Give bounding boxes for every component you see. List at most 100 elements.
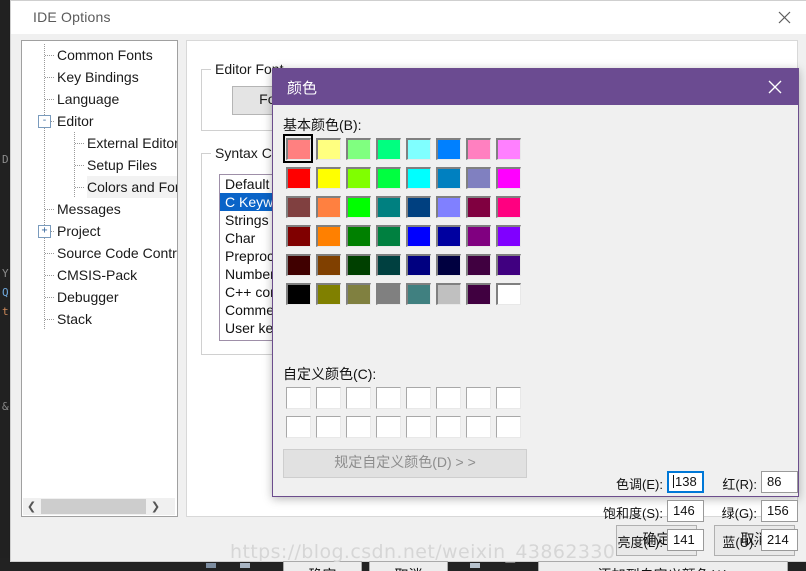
basic-color-swatch[interactable] <box>283 134 313 163</box>
basic-color-swatch[interactable] <box>433 192 463 221</box>
basic-color-swatch[interactable] <box>343 134 373 163</box>
custom-color-swatch[interactable] <box>463 412 493 441</box>
basic-color-swatch[interactable] <box>373 279 403 308</box>
basic-color-swatch[interactable] <box>433 134 463 163</box>
options-tree-panel[interactable]: Common Fonts Key Bindings Language - Editor E… <box>21 40 178 517</box>
custom-color-swatch[interactable] <box>403 383 433 412</box>
sidebar-item-messages[interactable]: Messages <box>22 198 177 220</box>
green-field[interactable]: 156 <box>761 500 798 522</box>
swatch-fill <box>285 282 311 305</box>
basic-color-swatch[interactable] <box>313 250 343 279</box>
custom-color-swatch[interactable] <box>463 383 493 412</box>
custom-color-swatch[interactable] <box>403 412 433 441</box>
scroll-right-icon[interactable]: ❯ <box>147 498 164 515</box>
custom-color-swatch[interactable] <box>493 383 523 412</box>
basic-color-swatch[interactable] <box>463 163 493 192</box>
expand-icon[interactable]: + <box>38 225 51 238</box>
basic-color-swatch[interactable] <box>313 279 343 308</box>
basic-color-swatch[interactable] <box>283 279 313 308</box>
basic-color-swatch[interactable] <box>463 134 493 163</box>
basic-color-swatch[interactable] <box>283 221 313 250</box>
blue-field[interactable]: 214 <box>761 529 798 551</box>
basic-color-swatch[interactable] <box>463 279 493 308</box>
basic-color-swatch[interactable] <box>313 134 343 163</box>
basic-color-swatch[interactable] <box>313 192 343 221</box>
swatch-fill <box>345 282 371 305</box>
basic-color-swatch[interactable] <box>493 221 523 250</box>
sidebar-item-debugger[interactable]: Debugger <box>22 286 177 308</box>
custom-color-swatch[interactable] <box>373 412 403 441</box>
custom-color-swatch[interactable] <box>493 412 523 441</box>
basic-color-swatch[interactable] <box>283 192 313 221</box>
custom-color-swatch[interactable] <box>343 383 373 412</box>
basic-color-swatch[interactable] <box>403 192 433 221</box>
basic-color-swatch[interactable] <box>493 250 523 279</box>
swatch-fill <box>375 195 401 218</box>
sidebar-item-colors-and-fonts[interactable]: Colors and Fonts <box>22 176 177 198</box>
basic-color-swatch[interactable] <box>313 163 343 192</box>
basic-color-swatch[interactable] <box>433 163 463 192</box>
basic-color-swatch[interactable] <box>343 221 373 250</box>
scroll-left-icon[interactable]: ❮ <box>23 498 40 515</box>
sidebar-item-common-fonts[interactable]: Common Fonts <box>22 44 177 66</box>
custom-color-swatch[interactable] <box>313 383 343 412</box>
scrollbar-thumb[interactable] <box>41 499 146 514</box>
sidebar-item-external-editor[interactable]: External Editor <box>22 132 177 154</box>
custom-color-swatch[interactable] <box>433 383 463 412</box>
custom-color-swatch[interactable] <box>433 412 463 441</box>
sidebar-item-language[interactable]: Language <box>22 88 177 110</box>
basic-color-swatch[interactable] <box>313 221 343 250</box>
custom-color-swatch[interactable] <box>283 412 313 441</box>
color-ok-button[interactable]: 确定 <box>283 561 362 571</box>
basic-color-swatch[interactable] <box>463 192 493 221</box>
basic-color-swatch[interactable] <box>343 192 373 221</box>
swatch-fill <box>375 166 401 189</box>
custom-colors-grid[interactable] <box>283 383 523 441</box>
basic-color-swatch[interactable] <box>373 192 403 221</box>
swatch-fill <box>315 415 341 438</box>
basic-color-swatch[interactable] <box>343 279 373 308</box>
basic-color-swatch[interactable] <box>403 134 433 163</box>
custom-color-swatch[interactable] <box>343 412 373 441</box>
basic-color-swatch[interactable] <box>373 250 403 279</box>
basic-color-swatch[interactable] <box>283 163 313 192</box>
close-icon[interactable] <box>752 69 798 105</box>
basic-color-swatch[interactable] <box>283 250 313 279</box>
sidebar-item-setup-files[interactable]: Setup Files <box>22 154 177 176</box>
basic-color-swatch[interactable] <box>403 250 433 279</box>
basic-color-swatch[interactable] <box>433 221 463 250</box>
add-to-custom-colors-button[interactable]: 添加到自定义颜色(A) <box>538 561 788 571</box>
red-field[interactable]: 86 <box>761 471 798 493</box>
custom-color-swatch[interactable] <box>373 383 403 412</box>
basic-color-swatch[interactable] <box>403 279 433 308</box>
basic-color-swatch[interactable] <box>433 279 463 308</box>
basic-colors-grid[interactable] <box>283 134 523 308</box>
basic-color-swatch[interactable] <box>373 134 403 163</box>
basic-color-swatch[interactable] <box>463 250 493 279</box>
basic-color-swatch[interactable] <box>373 163 403 192</box>
sidebar-item-source-code-control[interactable]: Source Code Control <box>22 242 177 264</box>
close-icon[interactable] <box>761 1 806 34</box>
basic-color-swatch[interactable] <box>403 163 433 192</box>
basic-color-swatch[interactable] <box>463 221 493 250</box>
basic-color-swatch[interactable] <box>343 163 373 192</box>
basic-color-swatch[interactable] <box>493 163 523 192</box>
basic-color-swatch[interactable] <box>343 250 373 279</box>
basic-color-swatch[interactable] <box>493 192 523 221</box>
basic-color-swatch[interactable] <box>493 279 523 308</box>
basic-color-swatch[interactable] <box>403 221 433 250</box>
basic-color-swatch[interactable] <box>373 221 403 250</box>
basic-color-swatch[interactable] <box>493 134 523 163</box>
color-cancel-button[interactable]: 取消 <box>369 561 448 571</box>
sidebar-item-cmsis-pack[interactable]: CMSIS-Pack <box>22 264 177 286</box>
sidebar-item-key-bindings[interactable]: Key Bindings <box>22 66 177 88</box>
tree-horizontal-scrollbar[interactable]: ❮ ❯ <box>23 498 175 515</box>
custom-color-swatch[interactable] <box>283 383 313 412</box>
sidebar-item-project[interactable]: + Project <box>22 220 177 242</box>
sidebar-item-editor[interactable]: - Editor <box>22 110 177 132</box>
collapse-icon[interactable]: - <box>38 115 51 128</box>
custom-color-swatch[interactable] <box>313 412 343 441</box>
sidebar-item-stack[interactable]: Stack <box>22 308 177 330</box>
options-tree[interactable]: Common Fonts Key Bindings Language - Editor E… <box>22 44 177 494</box>
basic-color-swatch[interactable] <box>433 250 463 279</box>
